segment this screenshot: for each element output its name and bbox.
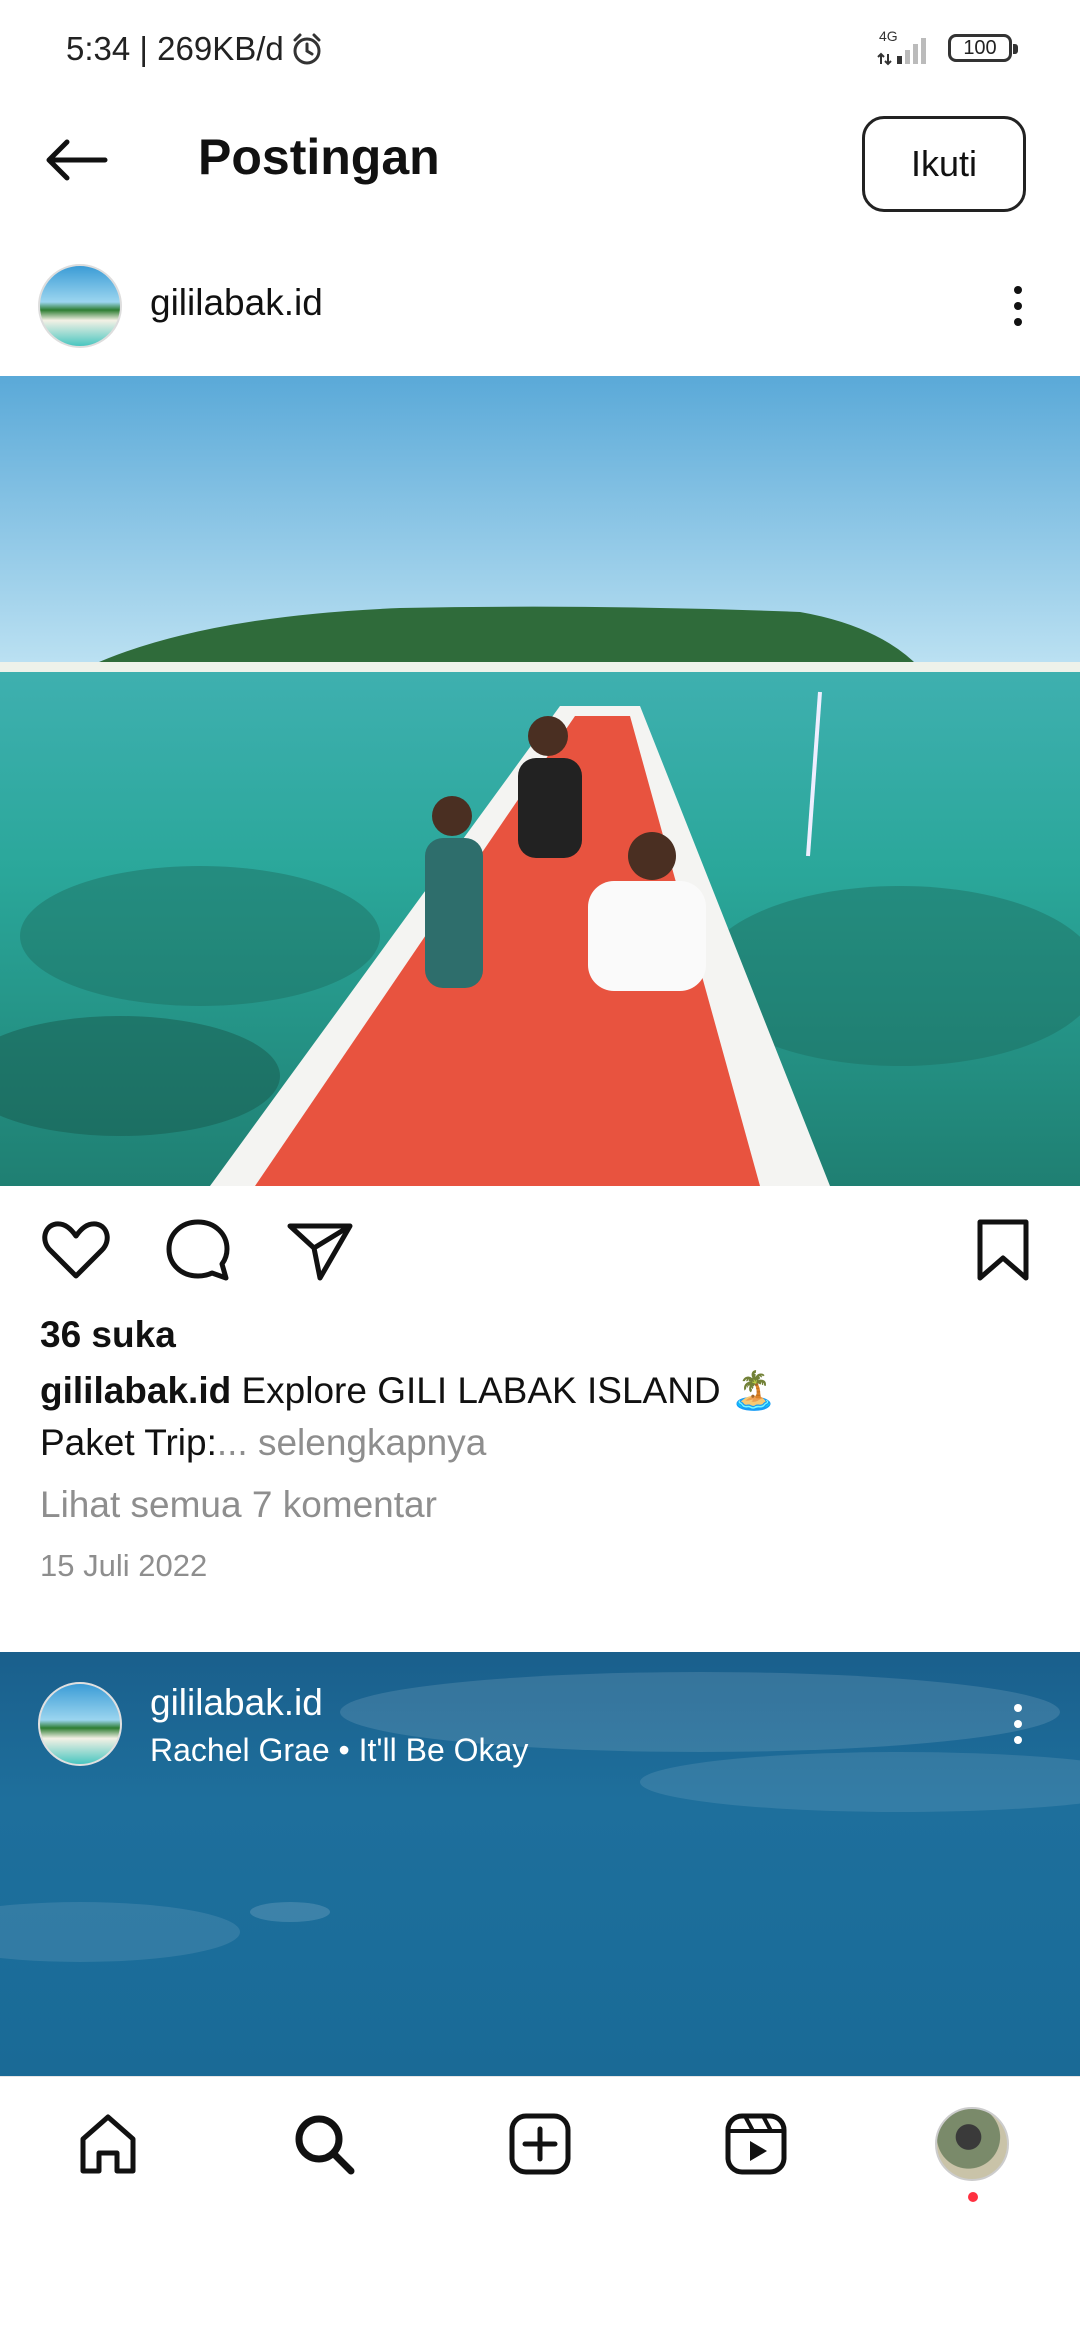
caption-more-link[interactable]: ... selengkapnya xyxy=(217,1422,486,1463)
reels-icon xyxy=(725,2113,787,2175)
signal-icon: 4G xyxy=(875,28,935,73)
nav-create-button[interactable] xyxy=(490,2094,590,2194)
search-icon xyxy=(295,2115,355,2175)
like-button[interactable] xyxy=(40,1214,112,1291)
bookmark-icon xyxy=(977,1219,1029,1281)
post-author-avatar[interactable] xyxy=(38,264,122,348)
caption-username[interactable]: gililabak.id xyxy=(40,1370,231,1411)
reel-author-username[interactable]: gililabak.id xyxy=(150,1682,323,1724)
profile-avatar xyxy=(935,2107,1009,2181)
reel-author-avatar[interactable] xyxy=(38,1682,122,1766)
page-title: Postingan xyxy=(198,129,440,185)
alarm-icon xyxy=(293,33,321,65)
network-type-label: 4G xyxy=(879,28,898,44)
comment-icon xyxy=(166,1219,230,1281)
caption-text: Explore GILI LABAK ISLAND 🏝️ xyxy=(241,1370,778,1411)
share-button[interactable] xyxy=(284,1214,356,1291)
post-author-username[interactable]: gililabak.id xyxy=(150,282,323,324)
follow-button[interactable]: Ikuti xyxy=(862,116,1026,212)
status-bar: 5:34 | 269KB/d 4G 100 xyxy=(0,0,1080,100)
battery-icon: 100 xyxy=(948,34,1018,62)
post-caption-line2: Paket Trip:... selengkapnya xyxy=(40,1422,486,1464)
post-date: 15 Juli 2022 xyxy=(40,1548,208,1583)
nav-reels-button[interactable] xyxy=(706,2094,806,2194)
nav-profile-button[interactable] xyxy=(922,2094,1022,2194)
island-boat-photo xyxy=(0,376,1080,1186)
home-icon xyxy=(80,2114,136,2174)
save-button[interactable] xyxy=(972,1214,1034,1291)
caption-text-line2: Paket Trip: xyxy=(40,1422,217,1463)
reel-audio-track[interactable]: Rachel Grae • It'll Be Okay xyxy=(150,1732,528,1769)
more-vertical-icon[interactable] xyxy=(998,1694,1038,1754)
view-comments-link[interactable]: Lihat semua 7 komentar xyxy=(40,1484,437,1526)
nav-home-button[interactable] xyxy=(58,2094,158,2194)
notification-dot xyxy=(968,2192,978,2202)
nav-search-button[interactable] xyxy=(274,2094,374,2194)
heart-icon xyxy=(42,1221,110,1279)
arrow-left-icon xyxy=(46,139,108,181)
send-icon xyxy=(287,1223,353,1281)
post-caption: gililabak.id Explore GILI LABAK ISLAND 🏝… xyxy=(40,1370,777,1413)
more-vertical-icon[interactable] xyxy=(998,276,1038,336)
likes-count[interactable]: 36 suka xyxy=(40,1314,176,1356)
comment-button[interactable] xyxy=(162,1214,234,1291)
back-button[interactable] xyxy=(36,120,116,200)
plus-square-icon xyxy=(509,2113,571,2175)
status-time: 5:34 | 269KB/d xyxy=(66,30,284,67)
post-image[interactable] xyxy=(0,376,1080,1186)
